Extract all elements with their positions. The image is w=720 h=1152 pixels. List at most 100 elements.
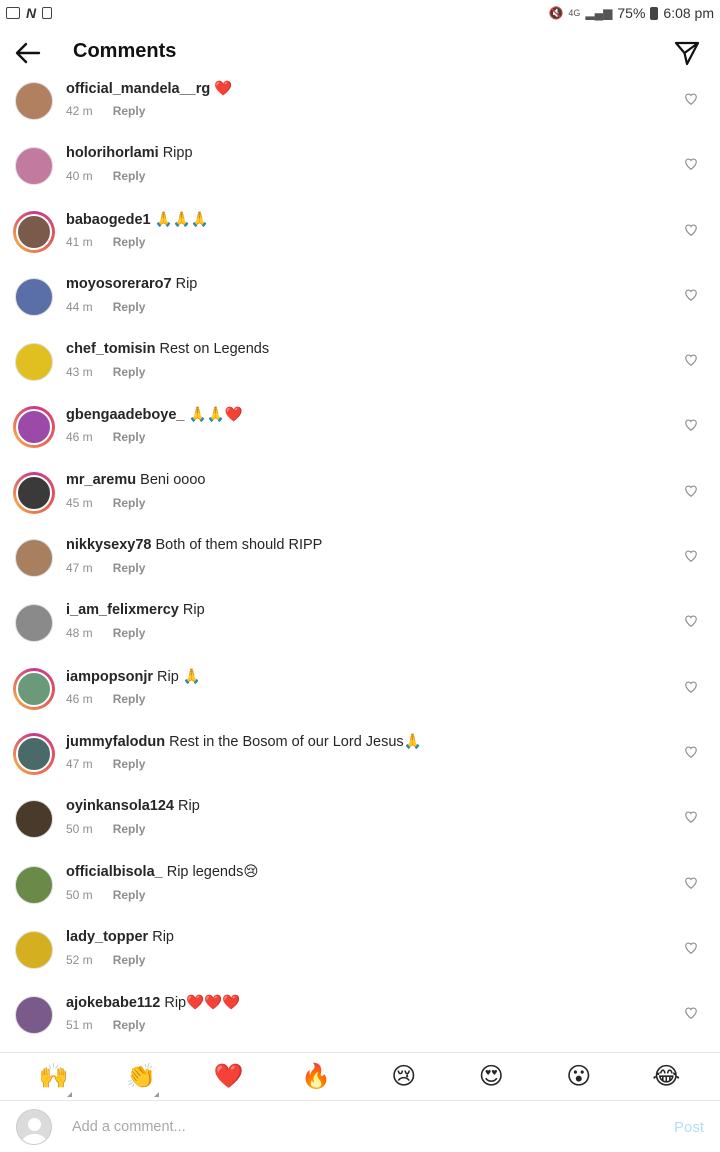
comment-username[interactable]: i_am_felixmercy (66, 602, 179, 618)
skin-tone-indicator-icon (66, 1092, 72, 1097)
comment-row: nikkysexy78 Both of them should RIPP 47 m… (0, 531, 720, 596)
heart-icon[interactable] (684, 288, 698, 302)
comment-meta: 50 m Reply (66, 822, 145, 836)
comment-timestamp: 46 m (66, 691, 93, 706)
heart-icon[interactable] (684, 1006, 698, 1020)
comment-username[interactable]: oyinkansola124 (66, 798, 174, 814)
reply-button[interactable]: Reply (113, 1018, 146, 1032)
share-button[interactable] (674, 40, 700, 66)
reply-button[interactable]: Reply (113, 496, 146, 510)
comment-username[interactable]: jummyfalodun (66, 734, 165, 750)
heart-icon[interactable] (684, 810, 698, 824)
heart-icon[interactable] (684, 876, 698, 890)
avatar-wrapper[interactable] (13, 602, 55, 644)
heart-icon[interactable] (684, 353, 698, 367)
emoji-reaction-button[interactable]: 🙌 (30, 1062, 78, 1097)
reply-button[interactable]: Reply (113, 300, 146, 314)
comment-row: gbengaadeboye_ 🙏🙏❤️ 46 m Reply (0, 400, 720, 465)
heart-icon[interactable] (684, 614, 698, 628)
heart-icon[interactable] (684, 92, 698, 106)
avatar-wrapper[interactable] (13, 994, 55, 1036)
reply-button[interactable]: Reply (113, 235, 146, 249)
comment-username[interactable]: babaogede1 (66, 212, 151, 228)
reply-button[interactable]: Reply (113, 953, 146, 967)
reply-button[interactable]: Reply (113, 757, 146, 771)
comment-username[interactable]: holorihorlami (66, 145, 159, 161)
comment-text: moyosoreraro7 Rip (66, 276, 197, 292)
comment-input[interactable] (72, 1113, 632, 1141)
avatar-wrapper[interactable] (13, 80, 55, 122)
reply-button[interactable]: Reply (113, 430, 146, 444)
signal-icon: ▂▄▆ (585, 6, 613, 20)
heart-icon[interactable] (684, 223, 698, 237)
comment-username[interactable]: iampopsonjr (66, 669, 153, 685)
heart-icon[interactable] (684, 157, 698, 171)
reply-button[interactable]: Reply (113, 888, 146, 902)
emoji-reaction-button[interactable]: 😢 (380, 1062, 428, 1091)
comment-meta: 46 m Reply (66, 692, 145, 706)
comment-body: Both of them should RIPP (155, 537, 323, 554)
reply-button[interactable]: Reply (113, 104, 146, 118)
reply-button[interactable]: Reply (113, 822, 146, 836)
comment-username[interactable]: ajokebabe112 (66, 995, 160, 1011)
emoji-reaction-button[interactable]: 👏 (117, 1062, 165, 1097)
avatar-story-ring[interactable] (13, 667, 55, 710)
back-button[interactable] (14, 40, 42, 66)
reply-button[interactable]: Reply (113, 365, 146, 379)
comment-text: gbengaadeboye_ 🙏🙏❤️ (66, 406, 243, 423)
comment-username[interactable]: lady_topper (66, 929, 148, 945)
comment-row: oyinkansola124 Rip 50 m Reply (0, 792, 720, 857)
comment-username[interactable]: gbengaadeboye_ (66, 407, 184, 423)
reply-button[interactable]: Reply (113, 626, 146, 640)
avatar-wrapper[interactable] (13, 864, 55, 906)
comment-username[interactable]: chef_tomisin (66, 341, 155, 357)
comment-username[interactable]: moyosoreraro7 (66, 276, 172, 292)
emoji-reaction-button[interactable]: ❤️ (205, 1062, 253, 1091)
comment-text: ajokebabe112 Rip❤️❤️❤️ (66, 994, 240, 1011)
comment-text: holorihorlami Ripp (66, 145, 193, 161)
comment-meta: 50 m Reply (66, 888, 145, 902)
avatar-wrapper[interactable] (13, 341, 55, 383)
comment-username[interactable]: mr_aremu (66, 472, 136, 488)
reply-button[interactable]: Reply (113, 561, 146, 575)
avatar-story-ring[interactable] (13, 732, 55, 775)
avatar-story-ring[interactable] (13, 406, 55, 449)
comment-body: Rip (152, 928, 174, 945)
avatar-story-ring[interactable] (13, 471, 55, 514)
emoji-reaction-button[interactable]: 🔥 (292, 1062, 340, 1091)
emoji-reaction-button[interactable]: 😍 (467, 1062, 515, 1091)
avatar-wrapper[interactable] (13, 798, 55, 840)
heart-icon[interactable] (684, 680, 698, 694)
comment-meta: 43 m Reply (66, 365, 145, 379)
reply-button[interactable]: Reply (113, 692, 146, 706)
comment-body: 🙏🙏❤️ (188, 407, 243, 424)
emoji-reaction-button[interactable]: 😮 (555, 1062, 603, 1091)
comment-username[interactable]: officialbisola_ (66, 864, 163, 880)
heart-icon[interactable] (684, 484, 698, 498)
heart-icon[interactable] (684, 549, 698, 563)
avatar-wrapper[interactable] (13, 929, 55, 971)
comment-username[interactable]: official_mandela__rg (66, 81, 210, 97)
battery-icon (650, 6, 659, 20)
emoji-reaction-button[interactable]: 😂 (642, 1062, 690, 1091)
network-type: 4G (568, 8, 581, 18)
emoji-glyph: 😢 (391, 1063, 417, 1090)
avatar-wrapper[interactable] (13, 537, 55, 579)
reply-button[interactable]: Reply (113, 169, 146, 183)
comment-text: mr_aremu Beni oooo (66, 472, 205, 488)
heart-icon[interactable] (684, 418, 698, 432)
arrow-left-icon (15, 42, 41, 64)
post-button[interactable]: Post (674, 1119, 704, 1136)
avatar-wrapper[interactable] (13, 276, 55, 318)
comment-username[interactable]: nikkysexy78 (66, 537, 151, 553)
avatar (16, 1109, 52, 1145)
avatar-story-ring[interactable] (13, 210, 55, 253)
heart-icon[interactable] (684, 745, 698, 759)
avatar-wrapper[interactable] (13, 145, 55, 187)
comment-timestamp: 42 m (66, 104, 93, 118)
heart-icon[interactable] (684, 941, 698, 955)
comment-timestamp: 46 m (66, 430, 93, 445)
comment-timestamp: 44 m (66, 299, 93, 314)
avatar (16, 474, 52, 511)
clock: 6:08 pm (663, 5, 714, 21)
